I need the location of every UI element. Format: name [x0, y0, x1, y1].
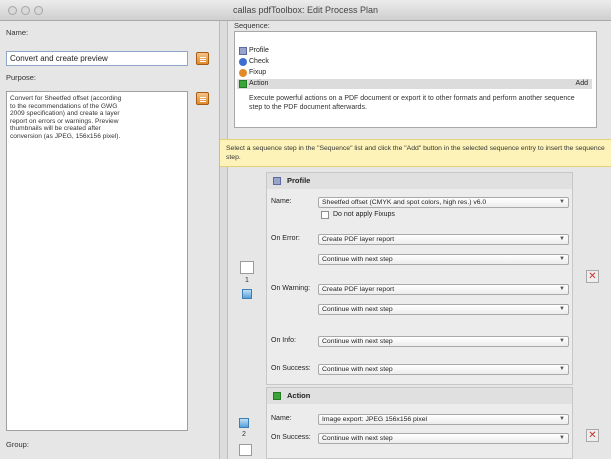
sequence-item-profile[interactable]: Profile — [237, 46, 592, 56]
step2-selector-box[interactable] — [239, 444, 252, 456]
check-icon — [239, 58, 247, 66]
chevron-down-icon: ▼ — [559, 435, 565, 441]
left-pane: Name: Convert and create preview Purpose… — [0, 21, 220, 459]
action-on-success-select[interactable]: Continue with next step ▼ — [318, 433, 569, 444]
name-field[interactable]: Convert and create preview — [6, 51, 188, 66]
on-warning-select[interactable]: Create PDF layer report ▼ — [318, 284, 569, 295]
sequence-list[interactable]: Profile Check Fixup Action Add Execute p… — [234, 31, 597, 128]
action-step-panel: Action Name: Image export: JPEG 156x156 … — [266, 387, 573, 459]
sequence-item-action[interactable]: Action Add — [237, 79, 592, 89]
chevron-down-icon: ▼ — [559, 416, 565, 422]
action-icon — [273, 392, 281, 400]
purpose-textarea[interactable]: Convert for Sheetfed offset (according t… — [6, 91, 188, 431]
sequence-description: Execute powerful actions on a PDF docume… — [249, 95, 575, 111]
step2-move-icon[interactable] — [239, 418, 249, 428]
split-divider[interactable] — [220, 21, 228, 459]
on-warning-label: On Warning: — [271, 285, 311, 292]
step-number-1: 1 — [245, 277, 249, 284]
chevron-down-icon: ▼ — [559, 366, 565, 372]
action-panel-title: Action — [287, 391, 311, 400]
chevron-down-icon: ▼ — [559, 286, 565, 292]
on-info-label: On Info: — [271, 337, 296, 344]
on-info-select[interactable]: Continue with next step ▼ — [318, 336, 569, 347]
action-name-label: Name: — [271, 415, 292, 422]
on-success-select[interactable]: Continue with next step ▼ — [318, 364, 569, 375]
action-panel-header: Action — [267, 388, 572, 404]
title-bar: callas pdfToolbox: Edit Process Plan — [0, 0, 611, 21]
on-warning-next-select[interactable]: Continue with next step ▼ — [318, 304, 569, 315]
remove-action-step-icon[interactable]: ✕ — [586, 429, 599, 442]
group-label: Group: — [6, 440, 29, 449]
sequence-item-fixup[interactable]: Fixup — [237, 68, 592, 78]
sequence-label: Sequence: — [234, 21, 270, 30]
step-move-icon[interactable] — [242, 289, 252, 299]
step-number-2: 2 — [242, 431, 246, 438]
hint-banner: Select a sequence step in the "Sequence"… — [220, 139, 611, 167]
purpose-notes-icon[interactable] — [196, 92, 209, 105]
action-on-success-label: On Success: — [271, 434, 311, 441]
on-error-next-select[interactable]: Continue with next step ▼ — [318, 254, 569, 265]
name-notes-icon[interactable] — [196, 52, 209, 65]
on-error-select[interactable]: Create PDF layer report ▼ — [318, 234, 569, 245]
profile-panel-header: Profile — [267, 173, 572, 189]
action-name-select[interactable]: Image export: JPEG 156x156 pixel ▼ — [318, 414, 569, 425]
profile-panel-title: Profile — [287, 176, 311, 185]
no-fixups-label: Do not apply Fixups — [333, 211, 395, 218]
purpose-label: Purpose: — [6, 73, 37, 82]
profile-name-label: Name: — [271, 198, 292, 205]
sequence-item-check[interactable]: Check — [237, 57, 592, 67]
chevron-down-icon: ▼ — [559, 338, 565, 344]
add-button[interactable]: Add — [576, 79, 588, 89]
on-success-label: On Success: — [271, 365, 311, 372]
profile-step-panel: Profile Name: Sheetfed offset (CMYK and … — [266, 172, 573, 385]
right-pane: Sequence: Profile Check Fixup Action Add… — [220, 21, 611, 459]
chevron-down-icon: ▼ — [559, 256, 565, 262]
profile-icon — [273, 177, 281, 185]
profile-name-select[interactable]: Sheetfed offset (CMYK and spot colors, h… — [318, 197, 569, 208]
name-label: Name: — [6, 28, 29, 37]
chevron-down-icon: ▼ — [559, 236, 565, 242]
action-icon — [239, 80, 247, 88]
profile-icon — [239, 47, 247, 55]
window-title: callas pdfToolbox: Edit Process Plan — [232, 5, 379, 15]
fixup-icon — [239, 69, 247, 77]
step-selector-box[interactable] — [240, 261, 254, 274]
chevron-down-icon: ▼ — [559, 306, 565, 312]
no-fixups-checkbox[interactable] — [321, 211, 329, 219]
on-error-label: On Error: — [271, 235, 300, 242]
chevron-down-icon: ▼ — [559, 199, 565, 205]
remove-profile-step-icon[interactable]: ✕ — [586, 270, 599, 283]
